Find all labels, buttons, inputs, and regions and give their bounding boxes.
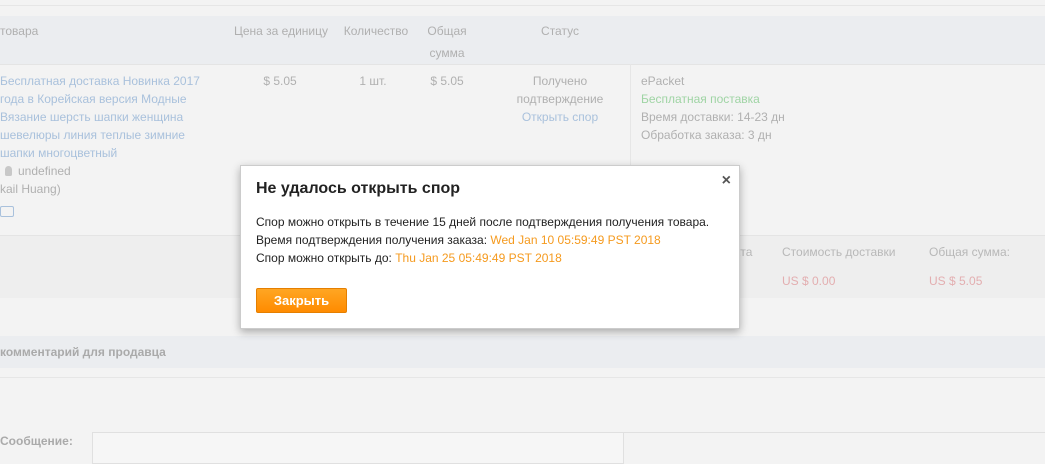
product-title-line: шевелюры линия теплые зимние xyxy=(0,128,185,142)
dialog-title: Не удалось открыть спор xyxy=(256,180,461,197)
message-side-area xyxy=(622,432,1045,463)
shipping-cost-label: Стоимость доставки xyxy=(782,245,896,259)
processing-time: Обработка заказа: 3 дн xyxy=(641,128,772,142)
dialog-body: Спор можно открыть в течение 15 дней пос… xyxy=(256,213,709,267)
table-header: товара Цена за единицу Количество Общая с… xyxy=(0,16,1045,65)
header-status: Статус xyxy=(541,24,579,38)
unit-price: $ 5.05 xyxy=(263,74,297,88)
header-total: Общая сумма xyxy=(420,20,474,64)
header-total-line1: Общая xyxy=(427,24,467,38)
seller-name[interactable]: undefined xyxy=(18,164,71,178)
line-total: $ 5.05 xyxy=(430,74,464,88)
total-value: US $ 5.05 xyxy=(929,274,983,288)
shipping-info: ePacket Бесплатная поставка Время достав… xyxy=(641,72,785,144)
product-title-line: Бесплатная доставка Новинка 2017 xyxy=(0,74,200,88)
confirmation-time-line: Время подтверждения получения заказа: We… xyxy=(256,231,709,249)
free-shipping: Бесплатная поставка xyxy=(641,92,760,106)
status-text: Получено xyxy=(532,74,588,88)
product-title-line: шапки многоцветный xyxy=(0,146,118,160)
total-label: Общая сумма: xyxy=(929,245,1010,259)
message-input[interactable] xyxy=(92,432,624,464)
comment-header: комментарий для продавца xyxy=(0,336,1045,368)
open-dispute-link[interactable]: Открыть спор xyxy=(505,108,615,126)
seller-fullname: kail Huang) xyxy=(0,182,61,196)
header-unit-price: Цена за единицу xyxy=(233,24,328,38)
seller-info: undefined xyxy=(5,162,71,180)
top-divider xyxy=(0,5,1045,6)
product-title-link[interactable]: Бесплатная доставка Новинка 2017 года в … xyxy=(0,72,225,162)
dispute-deadline-line: Спор можно открыть до: Thu Jan 25 05:49:… xyxy=(256,249,709,267)
seller-avatar-icon xyxy=(5,166,12,176)
close-icon[interactable]: × xyxy=(722,172,731,190)
status-text: подтверждение xyxy=(516,92,604,106)
shipping-method: ePacket xyxy=(641,74,685,88)
truck-icon[interactable] xyxy=(0,206,14,217)
confirmation-time-value: Wed Jan 10 05:59:49 PST 2018 xyxy=(490,233,661,247)
close-button[interactable]: Закрыть xyxy=(256,288,347,313)
dispute-window-text: Спор можно открыть в течение 15 дней пос… xyxy=(256,215,710,229)
delivery-time: Время доставки: 14-23 дн xyxy=(641,110,785,124)
product-title-line: года в Корейская версия Модные xyxy=(0,92,187,106)
header-total-line2: сумма xyxy=(429,46,465,60)
confirmation-time-label: Время подтверждения получения заказа: xyxy=(256,233,491,247)
header-product: товара xyxy=(0,24,39,38)
dispute-deadline-label: Спор можно открыть до: xyxy=(256,251,396,265)
header-quantity: Количество xyxy=(343,24,409,38)
quantity: 1 шт. xyxy=(359,74,387,88)
dispute-deadline-value: Thu Jan 25 05:49:49 PST 2018 xyxy=(395,251,562,265)
divider xyxy=(0,377,1045,378)
shipping-cost-value: US $ 0.00 xyxy=(782,274,836,288)
dispute-error-dialog: Не удалось открыть спор × Спор можно отк… xyxy=(240,165,740,329)
message-label: Сообщение: xyxy=(0,434,73,448)
status-cell: Получено подтверждение Открыть спор xyxy=(505,72,615,126)
product-title-line: Вязание шерсть шапки женщина xyxy=(0,110,184,124)
